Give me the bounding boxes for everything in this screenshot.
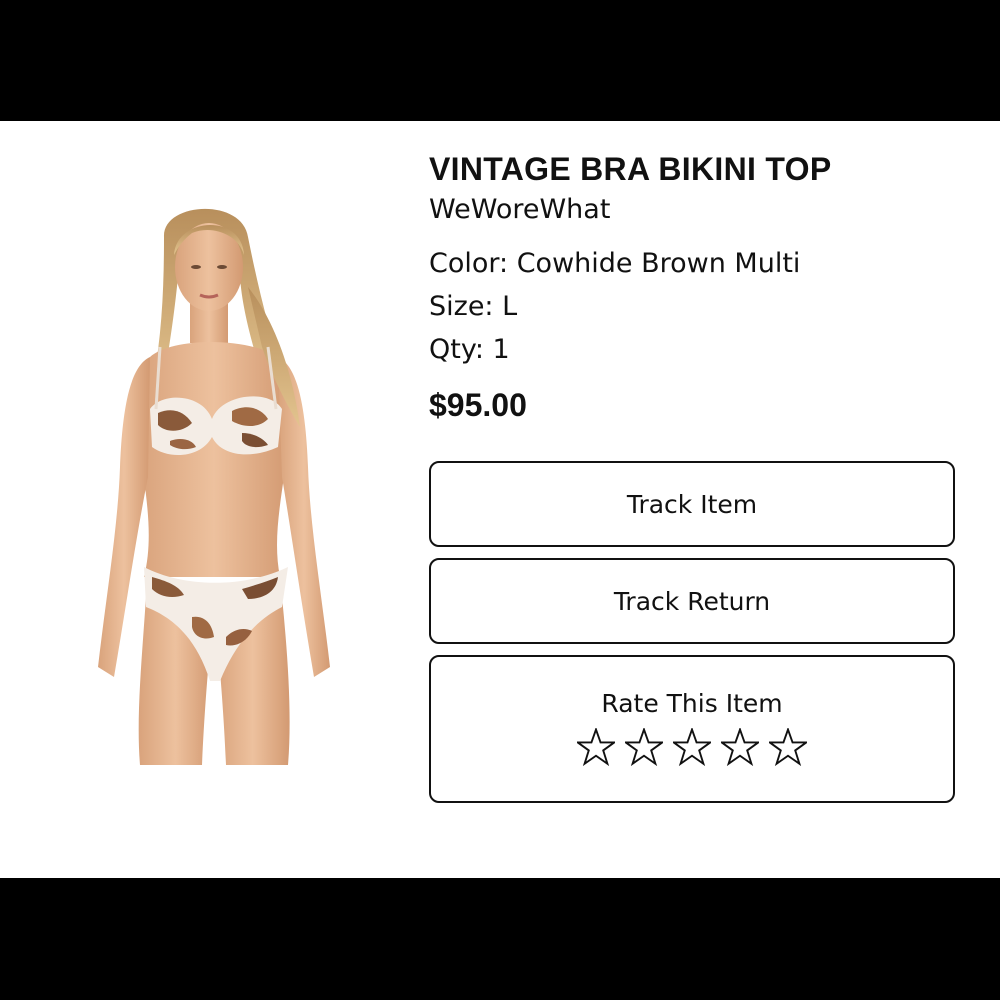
star-outline-icon[interactable] xyxy=(769,727,807,766)
track-return-button[interactable]: Track Return xyxy=(429,558,955,644)
product-quantity: Qty: 1 xyxy=(429,334,510,365)
star-outline-icon[interactable] xyxy=(577,727,615,766)
product-brand: WeWoreWhat xyxy=(429,194,611,225)
star-outline-icon[interactable] xyxy=(625,727,663,766)
star-outline-icon[interactable] xyxy=(721,727,759,766)
letterbox-top xyxy=(0,0,1000,121)
rate-item-label: Rate This Item xyxy=(601,688,783,718)
track-item-button[interactable]: Track Item xyxy=(429,461,955,547)
product-color: Color: Cowhide Brown Multi xyxy=(429,248,801,279)
star-rating xyxy=(577,727,807,766)
track-item-label: Track Item xyxy=(626,489,758,519)
letterbox-bottom xyxy=(0,878,1000,1000)
product-title: VINTAGE BRA BIKINI TOP xyxy=(429,151,832,187)
product-image xyxy=(92,197,340,765)
product-size: Size: L xyxy=(429,291,518,322)
rate-item-panel: Rate This Item xyxy=(429,655,955,803)
star-outline-icon[interactable] xyxy=(673,727,711,766)
order-item-card: VINTAGE BRA BIKINI TOP WeWoreWhat Color:… xyxy=(0,121,1000,878)
product-price: $95.00 xyxy=(429,387,527,423)
track-return-label: Track Return xyxy=(613,586,771,616)
